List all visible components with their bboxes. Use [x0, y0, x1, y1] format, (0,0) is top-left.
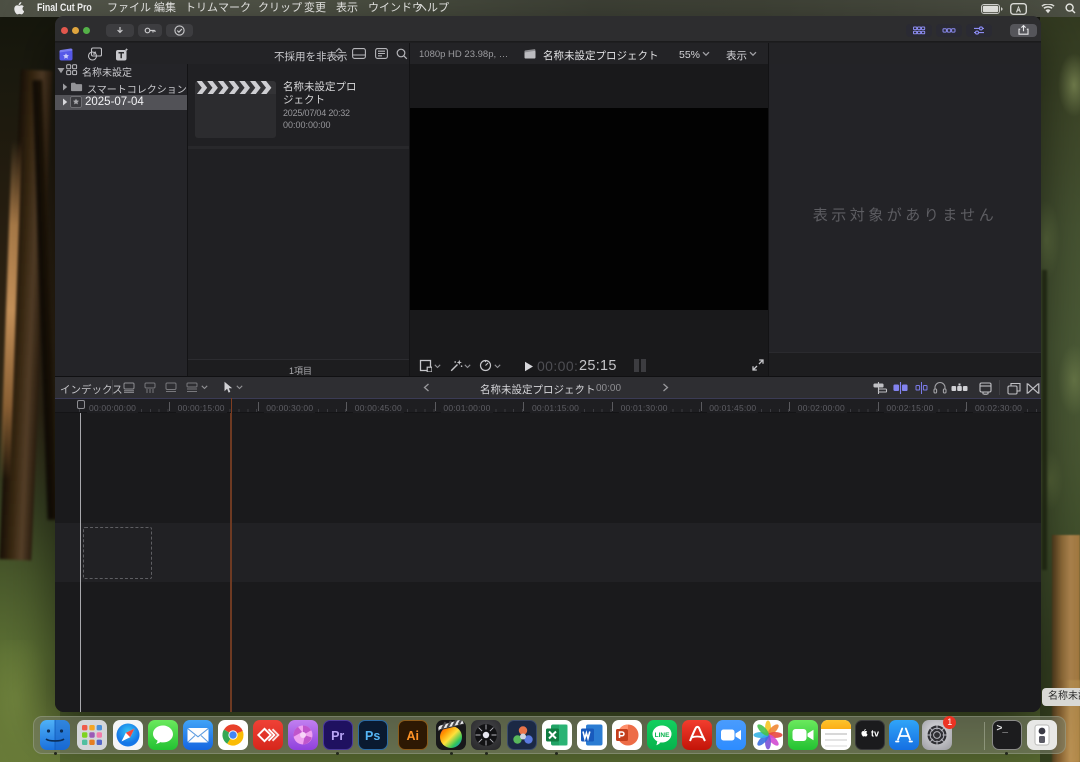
- svg-text:LINE: LINE: [654, 732, 669, 739]
- svg-text:tv: tv: [871, 729, 879, 739]
